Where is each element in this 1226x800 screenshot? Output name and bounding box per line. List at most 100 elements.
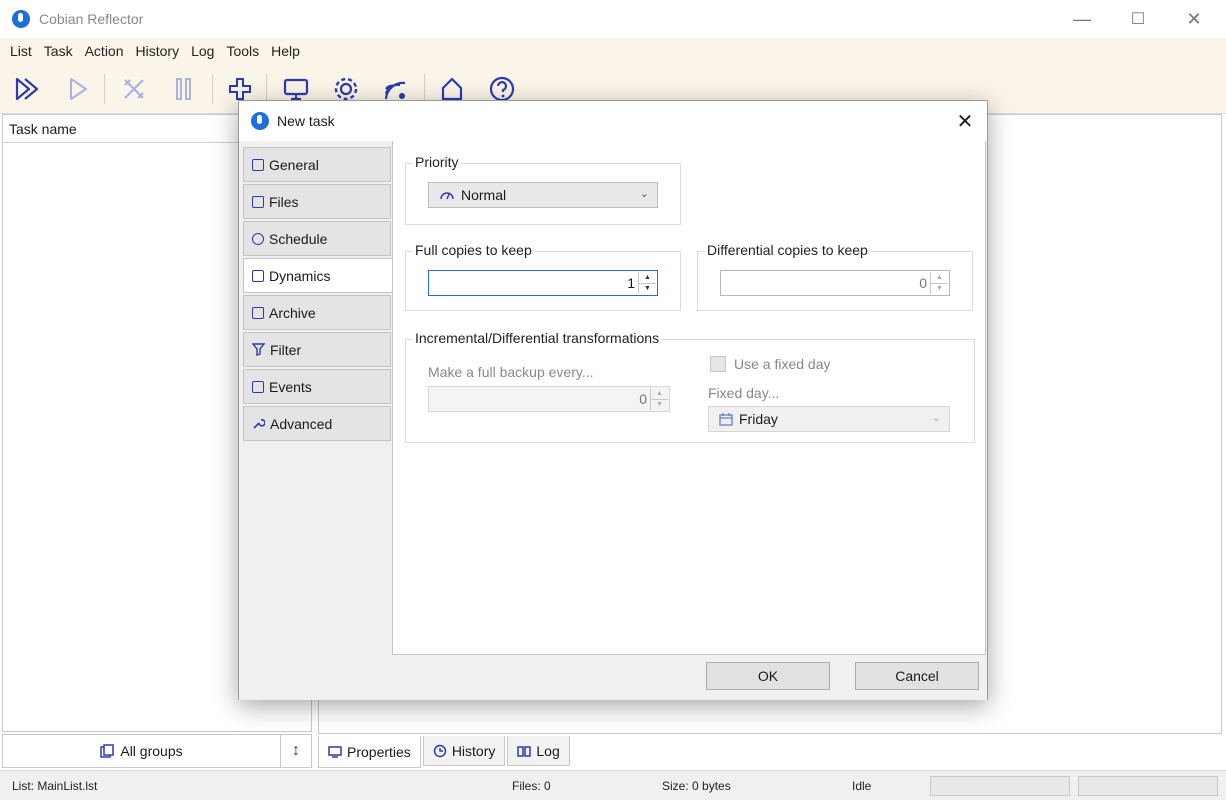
menu-tools[interactable]: Tools (220, 43, 265, 59)
column-task-name[interactable]: Task name (9, 121, 77, 137)
all-groups-label: All groups (120, 743, 183, 759)
tab-properties-label: Properties (347, 743, 411, 760)
use-fixed-day-checkbox[interactable] (710, 356, 726, 372)
sort-groups-icon[interactable]: ↕ (281, 735, 311, 767)
differential-copies-down-icon[interactable]: ▼ (931, 284, 948, 295)
full-copies-group: Full copies to keep 1 ▲ ▼ (405, 242, 681, 311)
status-list: List: MainList.lst (12, 779, 98, 793)
tab-filter[interactable]: Filter (243, 332, 391, 367)
events-icon (252, 380, 264, 393)
tab-archive[interactable]: Archive (243, 295, 391, 330)
maximize-button[interactable]: ☐ (1110, 0, 1166, 38)
full-backup-every-spinner[interactable]: 0 ▲ ▼ (428, 386, 670, 412)
status-files: Files: 0 (512, 779, 551, 793)
tab-dynamics[interactable]: Dynamics (243, 258, 393, 293)
minimize-button[interactable]: — (1054, 0, 1110, 38)
tab-events[interactable]: Events (243, 369, 391, 404)
differential-copies-up-icon[interactable]: ▲ (931, 272, 948, 284)
priority-group: Priority Normal ⌄ (405, 154, 681, 225)
tab-events-label: Events (269, 378, 312, 395)
full-backup-every-value: 0 (639, 391, 647, 407)
files-icon (252, 195, 264, 208)
history-icon (433, 744, 447, 757)
full-copies-down-icon[interactable]: ▼ (639, 284, 656, 295)
stop-icon[interactable] (116, 72, 152, 106)
menu-list[interactable]: List (4, 43, 38, 59)
fixed-day-chevron-icon: ⌄ (931, 412, 941, 424)
priority-value: Normal (461, 187, 507, 203)
full-backup-every-down-icon[interactable]: ▼ (651, 400, 668, 411)
tab-schedule[interactable]: Schedule (243, 221, 391, 256)
bottom-tabs: Properties History Log (318, 736, 572, 768)
full-copies-label: Full copies to keep (413, 242, 534, 258)
groups-icon (100, 744, 115, 758)
dialog-title-bar: New task ✕ (239, 101, 987, 141)
full-copies-value: 1 (627, 275, 635, 291)
archive-icon (252, 306, 264, 319)
schedule-icon (252, 232, 264, 245)
window-title: Cobian Reflector (39, 11, 144, 27)
pause-icon[interactable] (166, 72, 202, 106)
tab-general[interactable]: General (243, 147, 391, 182)
cancel-button[interactable]: Cancel (855, 662, 979, 690)
chevron-down-icon: ⌄ (639, 188, 649, 200)
dialog-logo-icon (251, 112, 269, 130)
full-copies-up-icon[interactable]: ▲ (639, 272, 656, 284)
tab-advanced-label: Advanced (270, 415, 333, 432)
run-icon[interactable] (60, 72, 96, 106)
differential-copies-spin-buttons: ▲ ▼ (930, 272, 948, 294)
menu-history[interactable]: History (130, 43, 186, 59)
dialog-body: General Files Schedule Dynamics Archive … (239, 141, 987, 656)
status-size: Size: 0 bytes (662, 779, 731, 793)
dialog-title: New task (277, 113, 335, 129)
menu-help[interactable]: Help (265, 43, 306, 59)
full-backup-every-spin-buttons: ▲ ▼ (650, 388, 668, 410)
tab-schedule-label: Schedule (269, 230, 328, 247)
dynamics-icon (252, 269, 264, 282)
close-window-button[interactable]: ✕ (1166, 0, 1222, 38)
menu-bar: List Task Action History Log Tools Help (0, 38, 1226, 64)
tab-advanced[interactable]: Advanced (243, 406, 391, 441)
tab-properties[interactable]: Properties (318, 736, 421, 768)
menu-action[interactable]: Action (79, 43, 130, 59)
dynamics-panel: Priority Normal ⌄ Full copies to keep 1 … (392, 141, 986, 655)
full-backup-every-up-icon[interactable]: ▲ (651, 388, 668, 400)
full-copies-spinner[interactable]: 1 ▲ ▼ (428, 270, 658, 296)
tab-files[interactable]: Files (243, 184, 391, 219)
tab-archive-label: Archive (269, 304, 316, 321)
new-task-dialog: New task ✕ General Files Schedule Dynami… (238, 100, 988, 700)
transformations-group: Incremental/Differential transformations… (405, 330, 975, 443)
full-backup-every-label: Make a full backup every... (428, 364, 594, 380)
ok-button[interactable]: OK (706, 662, 830, 690)
status-state: Idle (852, 779, 872, 793)
fixed-day-dropdown[interactable]: Friday ⌄ (708, 406, 950, 432)
fixed-day-value: Friday (739, 411, 778, 427)
differential-copies-spinner[interactable]: 0 ▲ ▼ (720, 270, 950, 296)
all-groups-button[interactable]: All groups (3, 735, 281, 767)
run-all-icon[interactable] (10, 72, 46, 106)
progress-bar-secondary (1078, 776, 1218, 796)
transformations-label: Incremental/Differential transformations (413, 330, 662, 346)
tab-history[interactable]: History (422, 736, 506, 766)
tab-history-label: History (451, 742, 496, 759)
priority-dropdown[interactable]: Normal ⌄ (428, 182, 658, 208)
title-bar: Cobian Reflector — ☐ ✕ (0, 0, 1226, 38)
groups-bar: All groups ↕ (2, 734, 312, 768)
tab-general-label: General (269, 156, 319, 173)
gauge-icon (440, 192, 454, 200)
menu-log[interactable]: Log (185, 43, 220, 59)
menu-task[interactable]: Task (38, 43, 79, 59)
progress-bar (930, 776, 1070, 796)
use-fixed-day-label: Use a fixed day (734, 356, 831, 372)
status-bar: List: MainList.lst Files: 0 Size: 0 byte… (0, 770, 1226, 800)
log-icon (517, 745, 532, 757)
app-logo-icon (12, 10, 30, 28)
calendar-icon (719, 412, 733, 426)
tab-files-label: Files (269, 193, 299, 210)
tab-filter-label: Filter (270, 341, 302, 358)
priority-label: Priority (413, 154, 461, 170)
filter-icon (252, 343, 265, 356)
differential-copies-value: 0 (919, 275, 927, 291)
tab-log[interactable]: Log (507, 736, 570, 766)
dialog-close-button[interactable]: ✕ (951, 107, 979, 135)
